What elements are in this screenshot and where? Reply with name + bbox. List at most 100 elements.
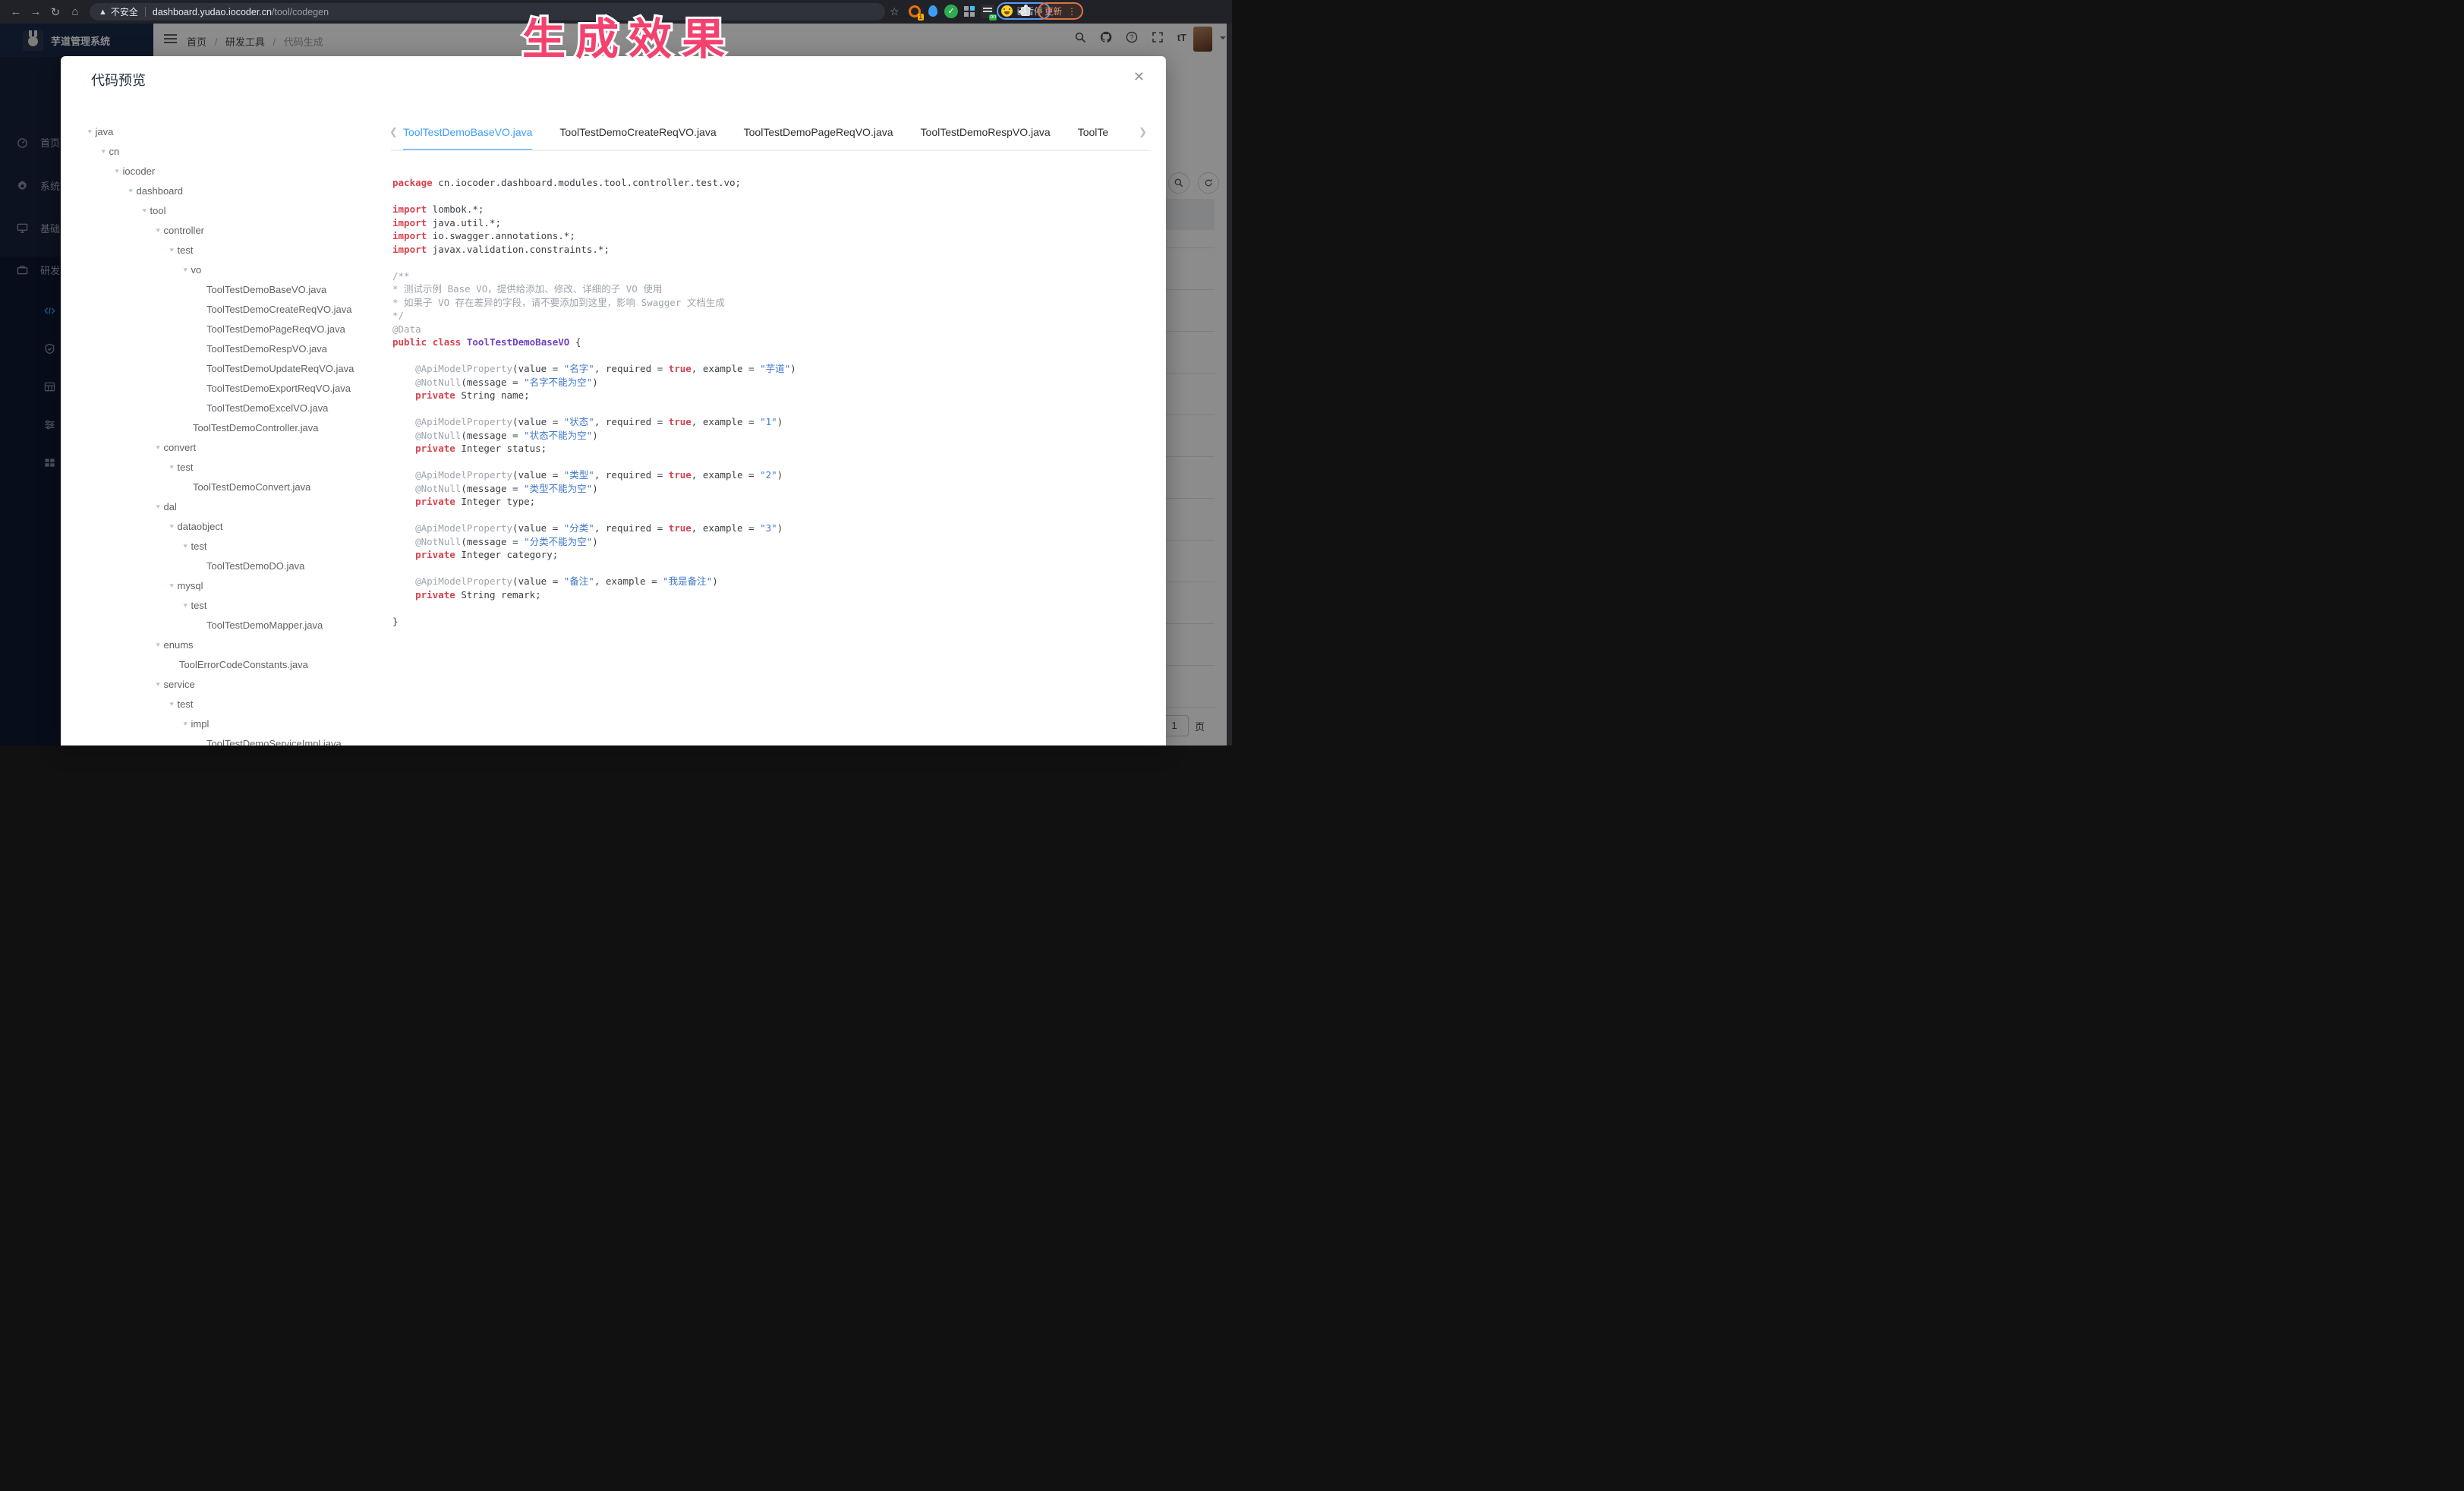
- code-line: public class ToolTestDemoBaseVO {: [392, 336, 1152, 349]
- tree-folder[interactable]: ▾java: [79, 121, 383, 141]
- caret-down-icon[interactable]: ▾: [170, 700, 174, 708]
- caret-down-icon[interactable]: ▾: [156, 226, 160, 235]
- home-icon[interactable]: ⌂: [65, 5, 85, 18]
- code-line: @ApiModelProperty(value = "类型", required…: [392, 468, 1152, 482]
- tab-4[interactable]: ToolTestDemoRespVO.java: [921, 116, 1051, 149]
- extension-green-check-icon[interactable]: ✓: [944, 5, 958, 18]
- code-line: * 如果子 VO 存在差异的字段，请不要添加到这里，影响 Swagger 文档生…: [392, 296, 1152, 310]
- tree-folder[interactable]: ▾test: [79, 457, 383, 477]
- code-line: [392, 509, 1152, 522]
- browser-menu-kebab-icon[interactable]: ⋮: [1067, 9, 1076, 14]
- tree-folder[interactable]: ▾enums: [79, 635, 383, 654]
- tree-folder[interactable]: ▾test: [79, 595, 383, 615]
- tree-folder[interactable]: ▾test: [79, 536, 383, 556]
- code-line: @NotNull(message = "类型不能为空"): [392, 482, 1152, 496]
- code-line: /**: [392, 270, 1152, 283]
- security-warning-icon[interactable]: ▲: [99, 8, 107, 17]
- tree-folder[interactable]: ▾dal: [79, 496, 383, 516]
- tree-file[interactable]: ToolErrorCodeConstants.java: [79, 654, 383, 674]
- caret-down-icon[interactable]: ▾: [129, 187, 133, 195]
- caret-down-icon[interactable]: ▾: [170, 246, 174, 254]
- caret-down-icon[interactable]: ▾: [170, 582, 174, 590]
- omnibox-divider: [145, 7, 146, 17]
- code-viewer[interactable]: package cn.iocoder.dashboard.modules.too…: [392, 176, 1152, 738]
- code-line: @NotNull(message = "状态不能为空"): [392, 429, 1152, 443]
- tab-2[interactable]: ToolTestDemoCreateReqVO.java: [559, 116, 716, 149]
- tree-folder[interactable]: ▾test: [79, 694, 383, 714]
- update-label: 更新: [1045, 5, 1062, 17]
- tab-1[interactable]: ToolTestDemoBaseVO.java: [403, 116, 532, 150]
- code-line: @ApiModelProperty(value = "名字", required…: [392, 362, 1152, 376]
- tree-file[interactable]: ToolTestDemoCreateReqVO.java: [79, 299, 383, 319]
- tabs-scroll-left-icon[interactable]: ❮: [389, 126, 398, 138]
- tree-file[interactable]: ToolTestDemoUpdateReqVO.java: [79, 358, 383, 378]
- tree-file[interactable]: ToolTestDemoServiceImpl.java: [79, 733, 383, 746]
- file-tabs: ❮ ToolTestDemoBaseVO.java ToolTestDemoCre…: [391, 115, 1150, 151]
- dialog-close-icon[interactable]: ✕: [1133, 70, 1145, 84]
- url-path: /tool/codegen: [272, 7, 329, 17]
- caret-down-icon[interactable]: ▾: [102, 147, 106, 156]
- tree-file[interactable]: ToolTestDemoExportReqVO.java: [79, 378, 383, 398]
- tree-folder[interactable]: ▾convert: [79, 437, 383, 457]
- extension-orange-icon[interactable]: 1: [908, 5, 922, 18]
- caret-down-icon[interactable]: ▾: [156, 680, 160, 689]
- code-line: @ApiModelProperty(value = "状态", required…: [392, 415, 1152, 429]
- back-icon[interactable]: ←: [6, 5, 26, 18]
- tree-folder[interactable]: ▾vo: [79, 260, 383, 279]
- extension-drop-icon[interactable]: [926, 5, 940, 18]
- tree-file[interactable]: ToolTestDemoController.java: [79, 418, 383, 437]
- code-line: }: [392, 615, 1152, 629]
- caret-down-icon[interactable]: ▾: [156, 443, 160, 452]
- caret-down-icon[interactable]: ▾: [88, 128, 92, 136]
- address-bar[interactable]: ▲ 不安全 dashboard.yudao.iocoder.cn/tool/co…: [90, 3, 885, 20]
- extension-tampermonkey-icon[interactable]: on: [981, 5, 994, 18]
- forward-icon[interactable]: →: [26, 5, 46, 18]
- extension-grid-icon[interactable]: [963, 5, 976, 18]
- security-label[interactable]: 不安全: [111, 5, 138, 18]
- tree-folder[interactable]: ▾dataobject: [79, 516, 383, 536]
- code-line: import lombok.*;: [392, 203, 1152, 216]
- tab-5[interactable]: ToolTe: [1078, 116, 1108, 149]
- caret-down-icon[interactable]: ▾: [143, 206, 147, 215]
- tree-folder[interactable]: ▾impl: [79, 714, 383, 733]
- caret-down-icon[interactable]: ▾: [170, 463, 174, 471]
- tabs-scroll-right-icon[interactable]: ❯: [1139, 126, 1147, 138]
- tree-folder[interactable]: ▾dashboard: [79, 181, 383, 200]
- bookmark-star-icon[interactable]: ☆: [890, 5, 900, 18]
- tree-folder[interactable]: ▾controller: [79, 220, 383, 240]
- tree-folder[interactable]: ▾iocoder: [79, 161, 383, 181]
- tree-file[interactable]: ToolTestDemoRespVO.java: [79, 339, 383, 358]
- caret-down-icon[interactable]: ▾: [156, 641, 160, 649]
- tree-file[interactable]: ToolTestDemoMapper.java: [79, 615, 383, 635]
- code-line: [392, 601, 1152, 615]
- caret-down-icon[interactable]: ▾: [184, 720, 187, 728]
- dialog-title: 代码预览: [91, 70, 146, 90]
- chrome-update-chip[interactable]: 更新 ⋮: [1038, 2, 1083, 20]
- tree-file[interactable]: ToolTestDemoDO.java: [79, 556, 383, 575]
- tree-folder[interactable]: ▾mysql: [79, 575, 383, 595]
- annotation-text: 生成效果: [522, 5, 735, 67]
- tree-file[interactable]: ToolTestDemoPageReqVO.java: [79, 319, 383, 339]
- reload-icon[interactable]: ↻: [46, 5, 65, 19]
- tree-folder[interactable]: ▾tool: [79, 200, 383, 220]
- tab-3[interactable]: ToolTestDemoPageReqVO.java: [744, 116, 893, 149]
- caret-down-icon[interactable]: ▾: [156, 503, 160, 511]
- code-line: @ApiModelProperty(value = "备注", example …: [392, 575, 1152, 588]
- tree-folder[interactable]: ▾service: [79, 674, 383, 694]
- code-line: import io.swagger.annotations.*;: [392, 229, 1152, 243]
- caret-down-icon[interactable]: ▾: [184, 542, 187, 550]
- code-line: [392, 562, 1152, 575]
- tree-file[interactable]: ToolTestDemoExcelVO.java: [79, 398, 383, 418]
- tree-file[interactable]: ToolTestDemoBaseVO.java: [79, 279, 383, 299]
- caret-down-icon[interactable]: ▾: [184, 266, 187, 274]
- tree-file[interactable]: ToolTestDemoConvert.java: [79, 477, 383, 496]
- page-scrollbar[interactable]: [1227, 24, 1232, 746]
- code-line: * 测试示例 Base VO，提供给添加、修改、详细的子 VO 使用: [392, 282, 1152, 296]
- caret-down-icon[interactable]: ▾: [115, 167, 119, 175]
- caret-down-icon[interactable]: ▾: [184, 601, 187, 610]
- tree-folder[interactable]: ▾test: [79, 240, 383, 260]
- code-line: private String name;: [392, 389, 1152, 402]
- caret-down-icon[interactable]: ▾: [170, 522, 174, 531]
- tree-folder[interactable]: ▾cn: [79, 141, 383, 161]
- code-line: private Integer category;: [392, 548, 1152, 562]
